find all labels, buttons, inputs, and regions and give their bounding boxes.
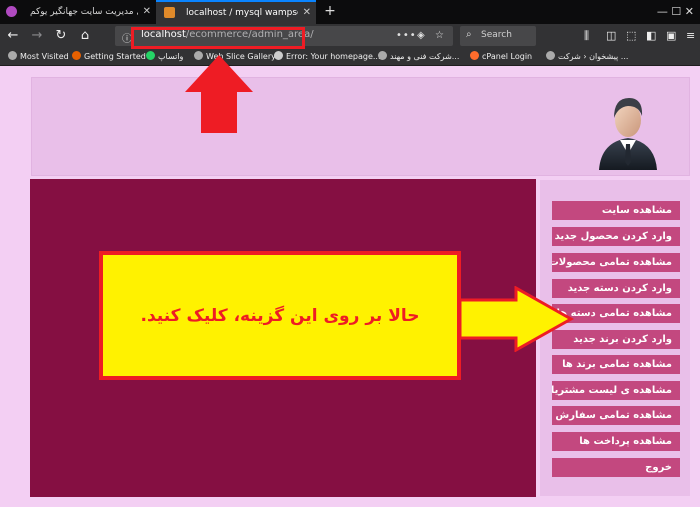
search-placeholder: Search (481, 30, 512, 40)
sidebar-icon[interactable]: ◫ (606, 29, 616, 42)
extension-icon[interactable]: ◧ (646, 29, 656, 42)
library-icon[interactable]: ⫼ (584, 29, 589, 43)
tab-close-icon[interactable]: ✕ (143, 0, 151, 24)
search-icon: ⌕ (466, 29, 472, 40)
up-arrow-icon (185, 55, 253, 133)
whatsapp-icon (146, 51, 155, 60)
globe-icon (378, 51, 387, 60)
bookmarks-bar: Most Visited Getting Started واتساپ Web … (0, 48, 700, 66)
bookmark-star-icon[interactable]: ☆ (435, 30, 444, 41)
forward-icon[interactable]: → (28, 27, 46, 45)
menu-view-orders[interactable]: مشاهده تمامی سفارش ها (552, 406, 680, 425)
cpanel-icon (470, 51, 479, 60)
menu-view-brands[interactable]: مشاهده تمامی برند ها (552, 355, 680, 374)
right-arrow-icon (458, 286, 574, 352)
firefox-icon (72, 51, 81, 60)
instruction-text: حالا بر روی این گزینه، کلیک کنید. (140, 305, 420, 326)
tab-close-icon[interactable]: ✕ (303, 2, 311, 24)
bookmark-cpanel[interactable]: cPanel Login (470, 50, 532, 64)
bookmark-dashboard[interactable]: پیشخوان ‹ شرکت ... (546, 50, 628, 64)
globe-icon (274, 51, 283, 60)
admin-avatar-icon (599, 98, 657, 170)
gear-icon (8, 51, 17, 60)
reload-icon[interactable]: ↻ (52, 27, 70, 45)
tab-favicon-icon (164, 7, 175, 18)
instruction-callout: حالا بر روی این گزینه، کلیک کنید. (99, 251, 461, 380)
downloads-icon[interactable]: ⬚ (626, 29, 636, 42)
page-actions-icon[interactable]: ••• (396, 30, 417, 41)
bookmark-whatsapp[interactable]: واتساپ (146, 50, 183, 64)
admin-header (31, 77, 690, 176)
bookmark-most-visited[interactable]: Most Visited (8, 50, 69, 64)
menu-logout[interactable]: خروج (552, 458, 680, 477)
menu-view-customers[interactable]: مشاهده ی لیست مشتریان (552, 381, 680, 400)
back-icon[interactable]: ← (4, 27, 22, 45)
tab-favicon-icon (6, 6, 17, 17)
search-box[interactable]: ⌕ Search (460, 26, 536, 46)
globe-icon (546, 51, 555, 60)
tab-title: پنل مدیریت سایت جهانگیر یوکم (30, 7, 138, 17)
tab-title: localhost / mysql wampserver | ph (186, 8, 298, 18)
menu-view-payments[interactable]: مشاهده پرداخت ها (552, 432, 680, 451)
bookmark-company[interactable]: شرکت فنی و مهند... (378, 50, 459, 64)
new-tab-button[interactable]: + (320, 0, 340, 24)
pocket-icon[interactable]: ◈ (417, 30, 425, 41)
menu-insert-product[interactable]: وارد کردن محصول جدید (552, 227, 680, 246)
home-icon[interactable]: ⌂ (76, 27, 94, 45)
browser-nav-bar: ← → ↻ ⌂ ⓘ localhost/ecommerce/admin_area… (0, 24, 700, 48)
bookmark-error-homepage[interactable]: Error: Your homepage... (274, 50, 381, 64)
url-highlight-box (131, 27, 305, 49)
browser-tab-bar: پنل مدیریت سایت جهانگیر یوکم ✕ localhost… (0, 0, 700, 24)
bookmark-getting-started[interactable]: Getting Started (72, 50, 146, 64)
browser-tab-admin-panel[interactable]: پنل مدیریت سایت جهانگیر یوکم ✕ (0, 0, 156, 24)
menu-view-site[interactable]: مشاهده سایت (552, 201, 680, 220)
pdf-icon[interactable]: ▣ (666, 29, 676, 42)
menu-view-products[interactable]: مشاهده تمامی محصولات (552, 253, 680, 272)
browser-tab-phpmyadmin[interactable]: localhost / mysql wampserver | ph ✕ (156, 0, 316, 24)
menu-icon[interactable]: ≡ (686, 29, 695, 42)
window-controls[interactable]: — ☐ ✕ (657, 0, 694, 24)
